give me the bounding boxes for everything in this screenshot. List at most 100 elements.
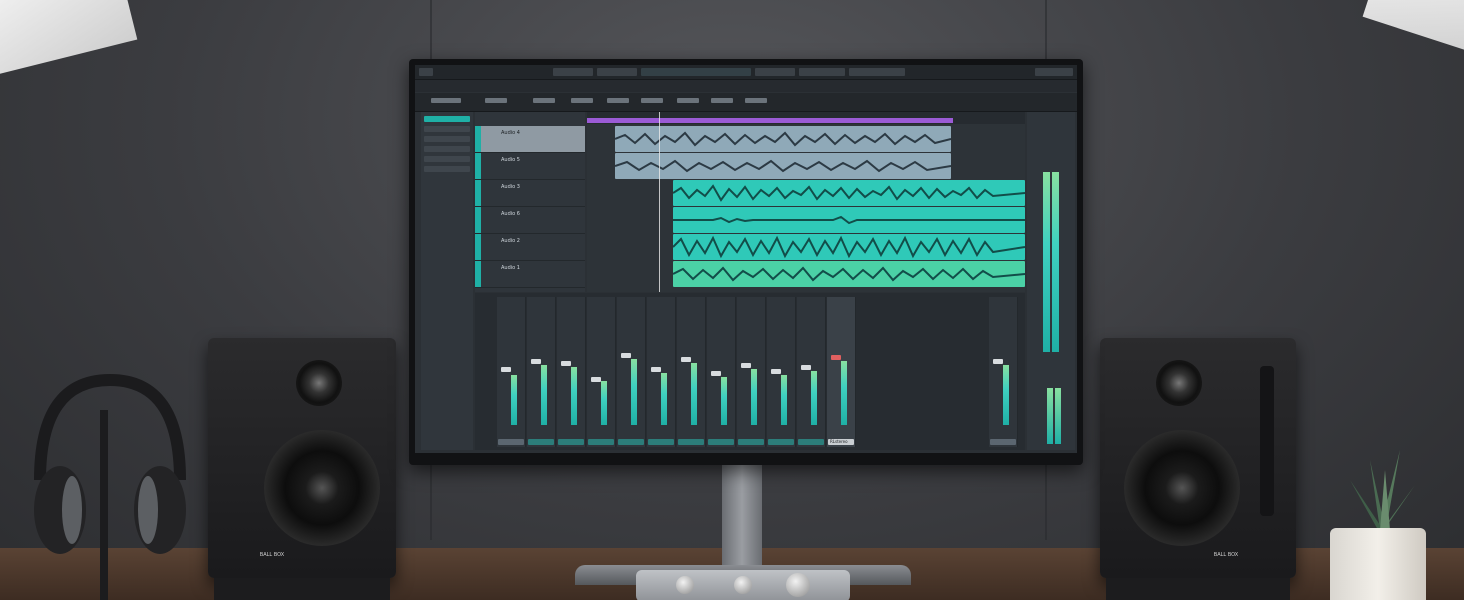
loop-range [587, 118, 953, 123]
track-row: Audio 2 [475, 234, 585, 261]
brand-label: BALL BOX [1213, 552, 1239, 558]
channel-name [768, 439, 794, 445]
channel-name [738, 439, 764, 445]
transport-value [571, 98, 593, 103]
mixer-strip [647, 297, 676, 447]
waveform [615, 159, 951, 173]
track-list: Audio 4 Audio 5 Audio 3 Audio 6 Audio 2 [475, 112, 585, 292]
channel-meter [631, 359, 637, 425]
mixer-strip [989, 297, 1018, 447]
channel-meter [511, 375, 517, 425]
channel-meter [661, 373, 667, 425]
speaker-logo: BALL BOX [1212, 552, 1240, 558]
channel-meter [841, 361, 847, 425]
channel-name [990, 439, 1016, 445]
transport-value [677, 98, 699, 103]
mixer-strip [767, 297, 796, 447]
mixer-strip [677, 297, 706, 447]
info-line [415, 80, 1077, 92]
channel-name [588, 439, 614, 445]
audio-clip [673, 261, 1025, 287]
track-color [475, 261, 481, 287]
daw-screen: Audio 4 Audio 5 Audio 3 Audio 6 Audio 2 [415, 65, 1077, 453]
plant-pot [1330, 528, 1426, 600]
woofer [1124, 430, 1240, 546]
fader [681, 357, 691, 362]
channel-meter [811, 371, 817, 425]
toolbar-button [553, 68, 593, 76]
knob [676, 576, 694, 594]
mixer-strip: RLstereo [827, 297, 856, 447]
channel-meter [751, 369, 757, 425]
audio-clip [615, 126, 951, 152]
transport-value [745, 98, 767, 103]
inspector-row [424, 166, 470, 172]
studio-scene: BALL BOX BALL BOX Audio 4 Audio 5 Audio … [0, 0, 1464, 600]
left-speaker: BALL BOX [208, 338, 396, 578]
fader [651, 367, 661, 372]
waveform [673, 184, 1025, 202]
transport-value [431, 98, 461, 103]
channel-name [648, 439, 674, 445]
fader [711, 371, 721, 376]
track-name: Audio 5 [501, 157, 520, 163]
inspector-row [424, 126, 470, 132]
track-name: Audio 6 [501, 211, 520, 217]
inspector-row [424, 156, 470, 162]
channel-name [798, 439, 824, 445]
track-color [475, 126, 481, 152]
inspector-row [424, 146, 470, 152]
toolbar-button [597, 68, 637, 76]
audio-interface [636, 570, 850, 600]
playhead [659, 112, 660, 292]
tweeter [296, 360, 342, 406]
tweeter [1156, 360, 1202, 406]
transport-value [607, 98, 629, 103]
fader [801, 365, 811, 370]
meter-left [1043, 172, 1050, 352]
fader [993, 359, 1003, 364]
waveform [615, 131, 951, 147]
side-inputs [1260, 366, 1274, 516]
track-color [475, 234, 481, 260]
channel-meter [1003, 365, 1009, 425]
track-row: Audio 5 [475, 153, 585, 180]
mixer-strip [617, 297, 646, 447]
channel-name [528, 439, 554, 445]
knob [734, 576, 752, 594]
waveform [673, 235, 1025, 259]
softbox-left [0, 0, 138, 79]
monitor: Audio 4 Audio 5 Audio 3 Audio 6 Audio 2 [409, 59, 1083, 465]
transport-value [533, 98, 555, 103]
channel-name [558, 439, 584, 445]
channel-meter [601, 381, 607, 425]
mixer-strip [737, 297, 766, 447]
channel-name [498, 439, 524, 445]
waveform [673, 215, 1025, 225]
track-name: Audio 2 [501, 238, 520, 244]
transport-value [485, 98, 507, 103]
fader [621, 353, 631, 358]
timeline-ruler [587, 112, 1025, 124]
mixer-strip [797, 297, 826, 447]
audio-clip [615, 153, 951, 179]
mixer-strip [587, 297, 616, 447]
transport-bar [415, 93, 1077, 112]
fader [561, 361, 571, 366]
speaker-logo: BALL BOX [258, 552, 286, 558]
fader [531, 359, 541, 364]
isolation-pad [214, 578, 390, 600]
channel-name [618, 439, 644, 445]
track-name: Audio 3 [501, 184, 520, 190]
meter-right-lower [1047, 388, 1053, 444]
fader [501, 367, 511, 372]
mixer-strip [497, 297, 526, 447]
succulent-plant-icon [1350, 450, 1415, 530]
brand-label: BALL BOX [259, 552, 285, 558]
track-row: Audio 6 [475, 207, 585, 234]
track-row: Audio 4 [475, 126, 585, 153]
track-row: Audio 3 [475, 180, 585, 207]
meter-right [1052, 172, 1059, 352]
channel-meter [721, 377, 727, 425]
knob [786, 573, 810, 597]
